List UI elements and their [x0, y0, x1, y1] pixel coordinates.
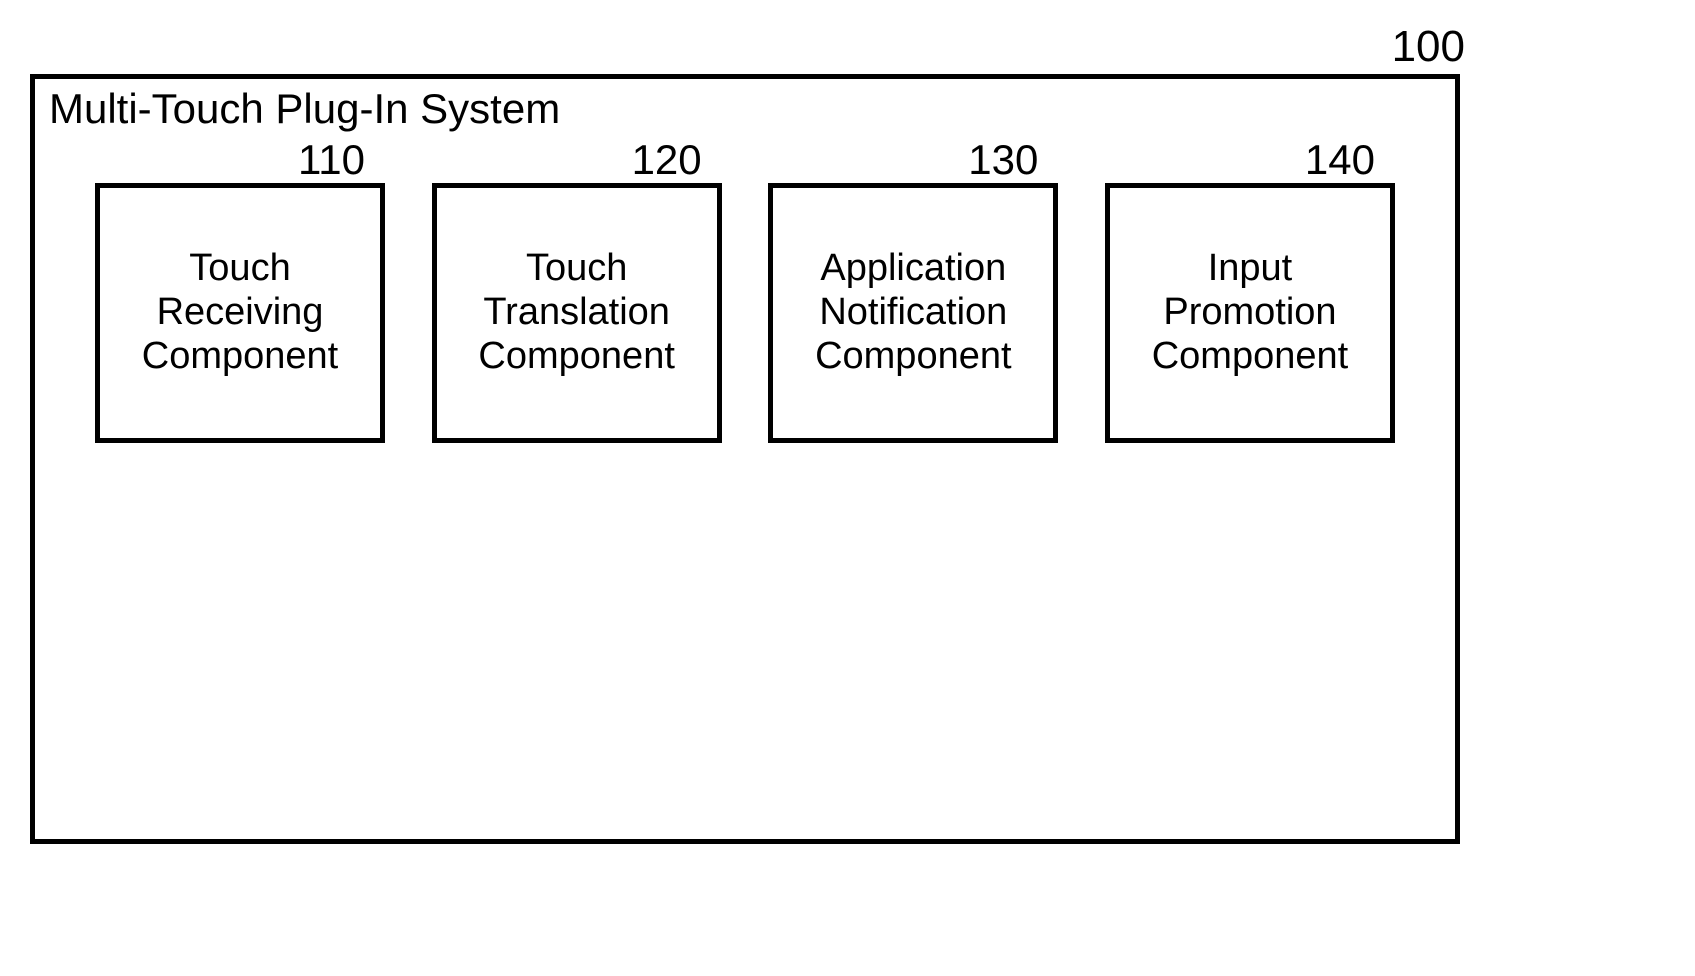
component-label: InputPromotionComponent — [1105, 183, 1395, 443]
component-ref-number: 130 — [898, 139, 1058, 187]
component-label: TouchTranslationComponent — [432, 183, 722, 443]
system-container: Multi-Touch Plug-In System 110 TouchRece… — [30, 74, 1460, 844]
system-title: Multi-Touch Plug-In System — [49, 85, 560, 133]
component-touch-receiving: 110 TouchReceivingComponent — [95, 139, 385, 443]
component-ref-number: 120 — [562, 139, 722, 187]
component-ref-number: 110 — [225, 139, 385, 187]
components-row: 110 TouchReceivingComponent 120 TouchTra… — [95, 139, 1395, 443]
component-application-notification: 130 ApplicationNotificationComponent — [768, 139, 1058, 443]
component-touch-translation: 120 TouchTranslationComponent — [432, 139, 722, 443]
component-label: ApplicationNotificationComponent — [768, 183, 1058, 443]
component-ref-number: 140 — [1235, 139, 1395, 187]
component-label: TouchReceivingComponent — [95, 183, 385, 443]
system-ref-number: 100 — [1392, 22, 1465, 72]
component-input-promotion: 140 InputPromotionComponent — [1105, 139, 1395, 443]
